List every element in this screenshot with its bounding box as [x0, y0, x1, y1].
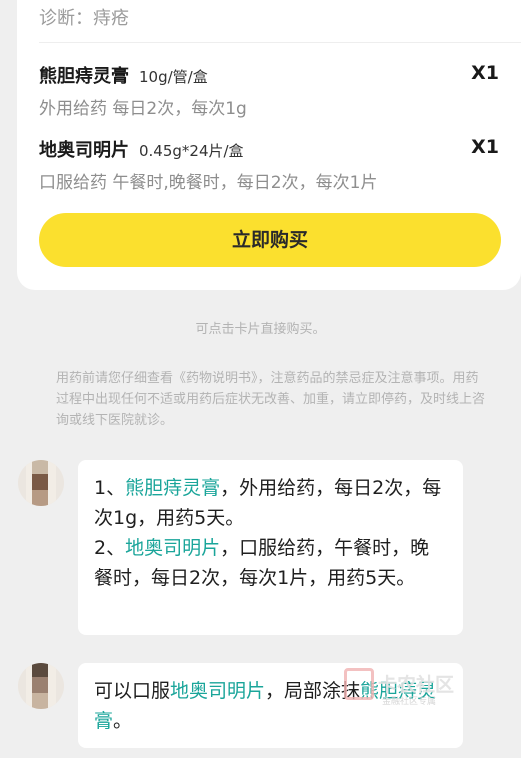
medication-notice: 用药前请您仔细查看《药物说明书》，注意药品的禁忌症及注意事项。用药过程中出现任何… [56, 371, 486, 428]
watermark-subtext: 金融社区专属 [382, 697, 437, 707]
drug-link-diaosiming[interactable]: 地奥司明片 [170, 680, 265, 702]
msg2-text-a: 可以口服 [94, 680, 171, 702]
drug-link-xiongdan[interactable]: 熊胆痔灵膏 [125, 477, 220, 499]
watermark-text: 卡农社区 [378, 674, 455, 696]
divider [39, 42, 521, 43]
prescription-card[interactable]: 诊断：痔疮 熊胆痔灵膏 10g/管/盒 X1 外用给药 每日2次，每次1g 地奥司… [17, 0, 521, 290]
drug-1-name: 熊胆痔灵膏 [39, 66, 129, 87]
buy-now-button[interactable]: 立即购买 [39, 213, 501, 267]
drug-1-qty: X1 [471, 62, 499, 84]
watermark-logo-icon [344, 668, 374, 700]
drug-2-qty: X1 [471, 136, 499, 158]
message-bubble-1: 1、熊胆痔灵膏，外用给药，每日2次，每次1g，用药5天。 2、地奥司明片，口服给… [78, 460, 463, 635]
drug-1-spec: 10g/管/盒 [139, 68, 208, 86]
drug-2-spec: 0.45g*24片/盒 [139, 142, 244, 160]
doctor-avatar[interactable] [18, 460, 64, 506]
msg2-text-c: 。 [113, 710, 133, 732]
msg1-line1-prefix: 1、 [94, 477, 126, 499]
msg1-line2-prefix: 2、 [94, 537, 126, 559]
drug-2-name: 地奥司明片 [39, 140, 129, 161]
drug-1-usage: 外用给药 每日2次，每次1g [39, 99, 247, 119]
drug-2-name-row: 地奥司明片 0.45g*24片/盒 [39, 136, 244, 162]
drug-link-diaosiming[interactable]: 地奥司明片 [125, 537, 220, 559]
purchase-tip: 可点击卡片直接购买。 [195, 322, 326, 337]
drug-2-usage: 口服给药 午餐时,晚餐时，每日2次，每次1片 [39, 173, 378, 193]
diagnosis: 诊断：痔疮 [39, 8, 129, 29]
doctor-avatar[interactable] [18, 663, 64, 709]
drug-1-name-row: 熊胆痔灵膏 10g/管/盒 [39, 62, 208, 88]
